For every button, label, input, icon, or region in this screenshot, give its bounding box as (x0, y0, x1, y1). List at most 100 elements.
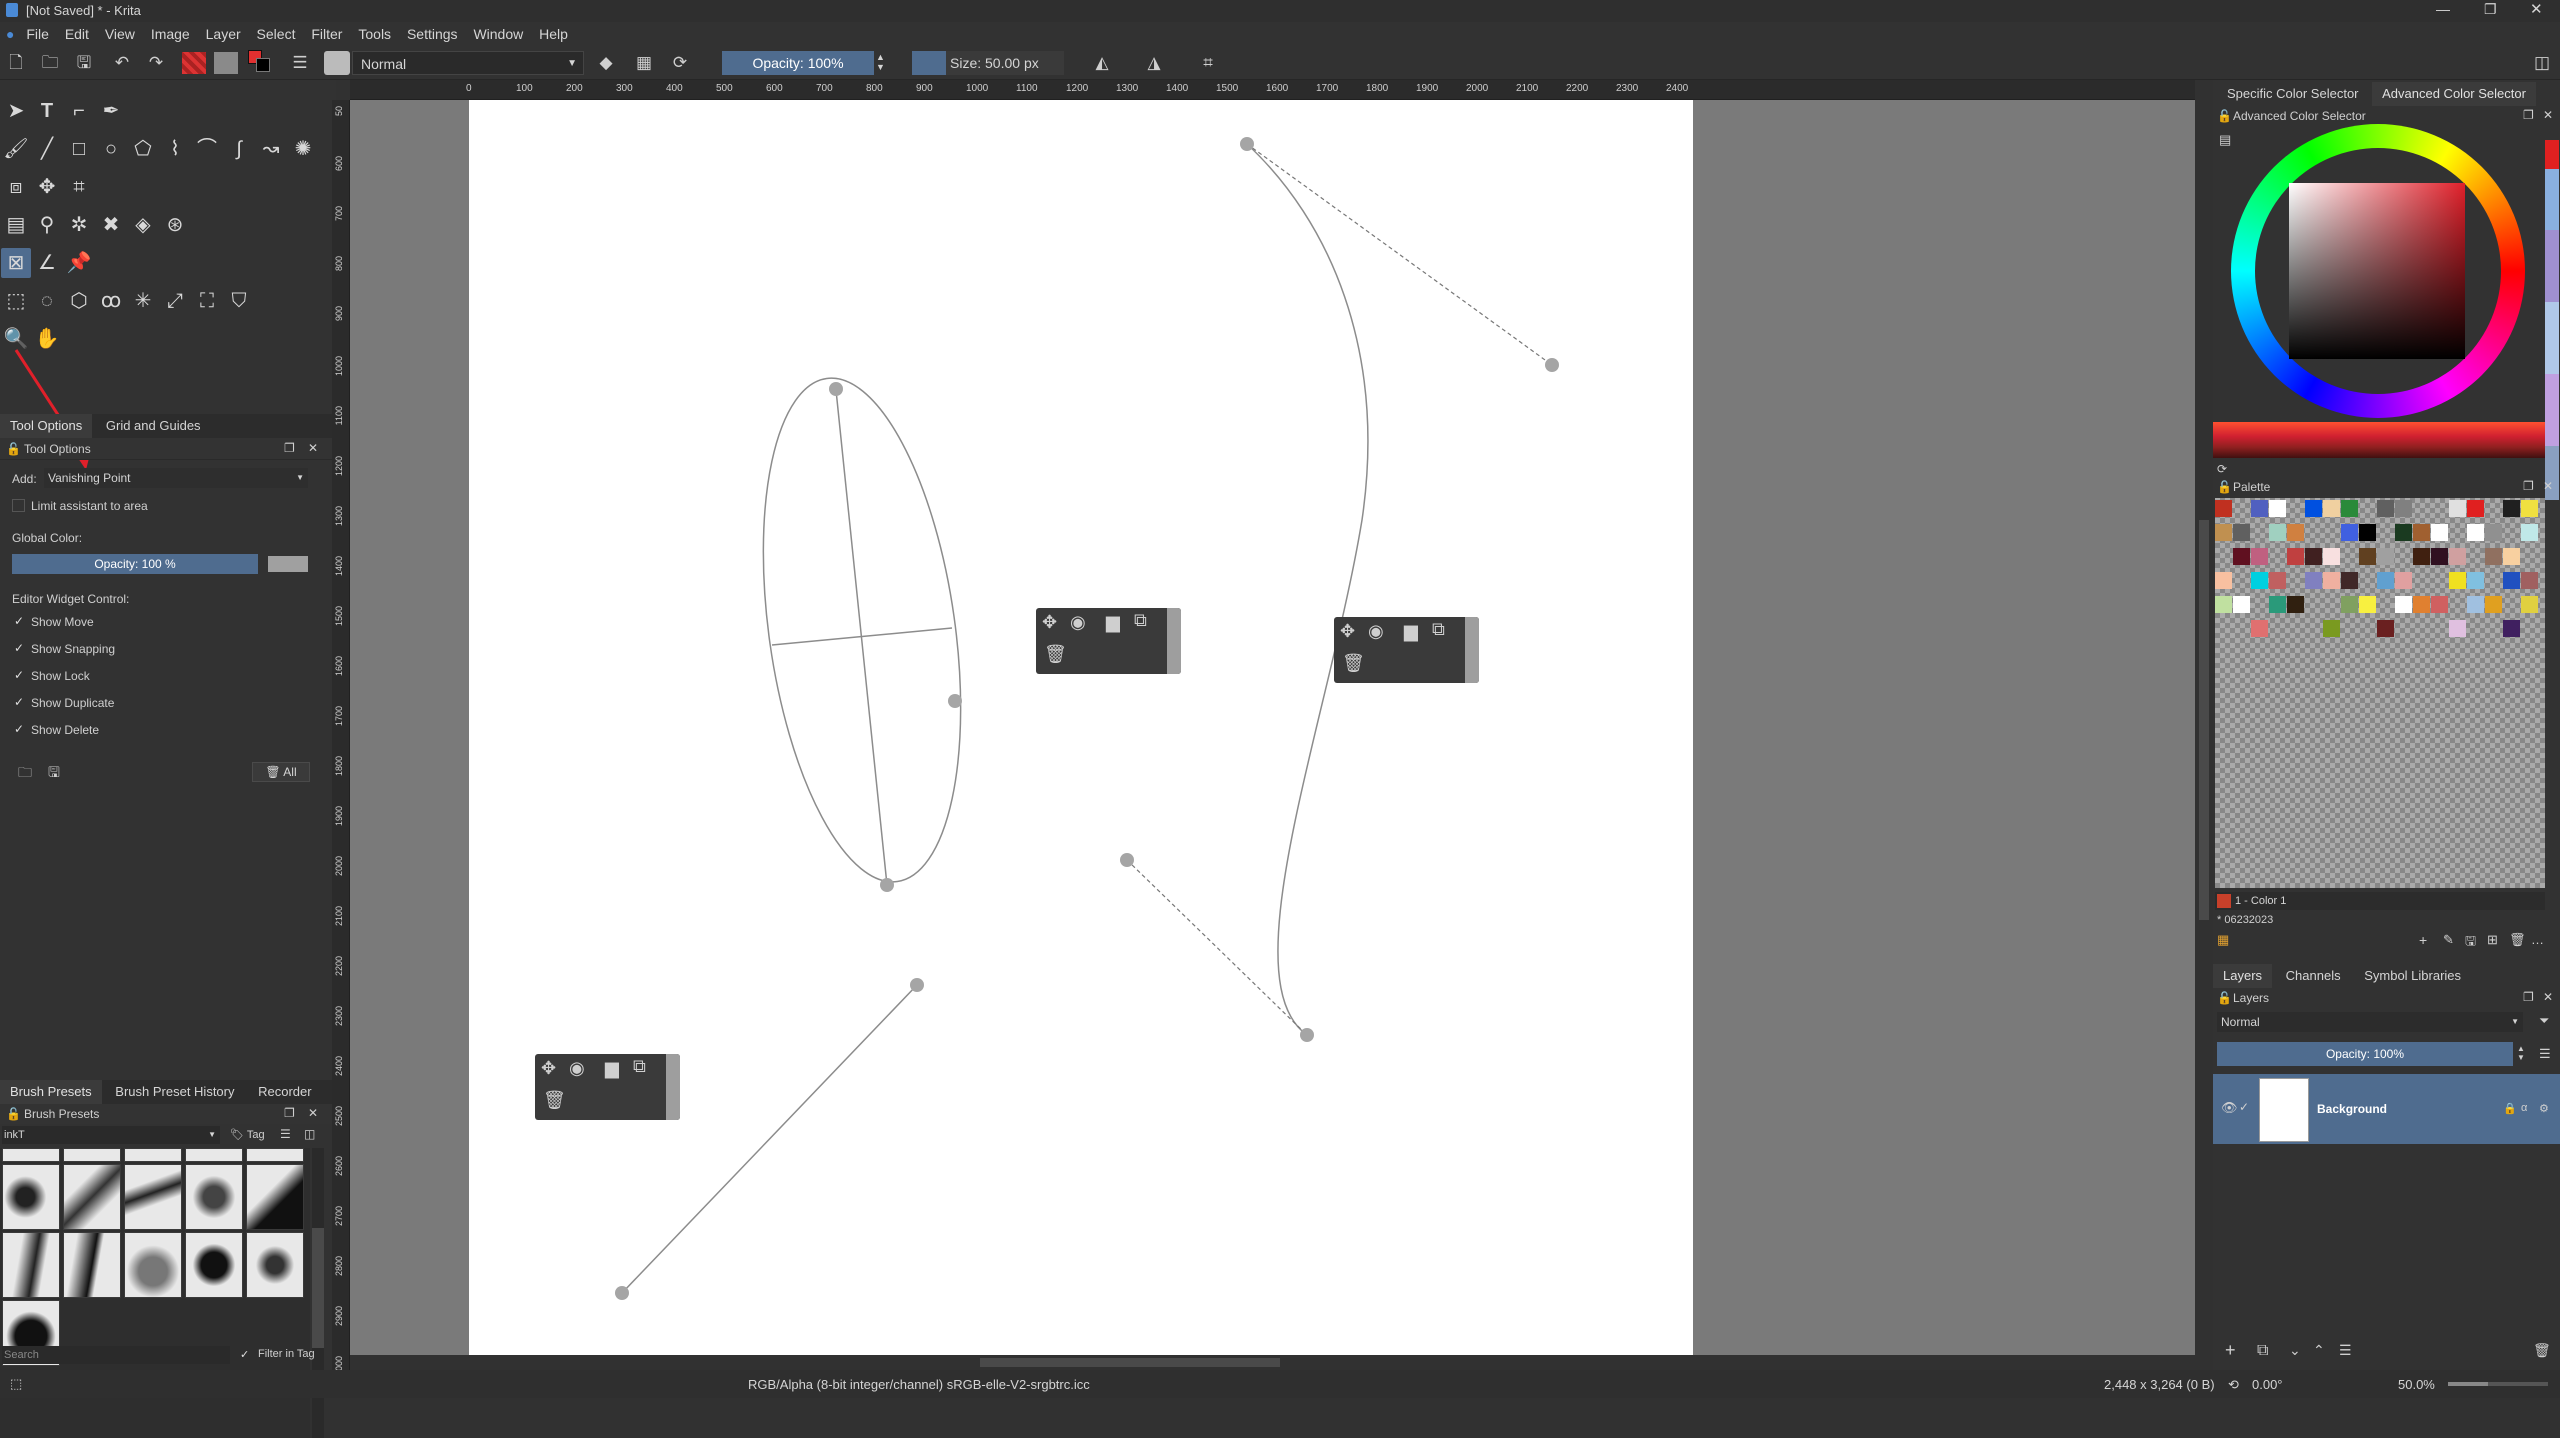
reload-preset-icon[interactable]: ⟳ (668, 52, 692, 74)
palette-swatch[interactable] (2269, 596, 2286, 613)
undo-icon[interactable]: ↶ (110, 52, 134, 74)
palette-swatch[interactable] (2233, 548, 2250, 565)
color-settings-icon[interactable]: ▤ (2219, 132, 2231, 148)
move-icon[interactable]: ✥ (1042, 612, 1057, 633)
palette-swatch[interactable] (2215, 572, 2232, 589)
show-duplicate-checkbox[interactable]: ✓ (14, 696, 27, 709)
brush-preset-thumb[interactable] (2, 1232, 60, 1298)
rotation-icon[interactable]: ⟲ (2228, 1377, 2239, 1393)
assistant-handle[interactable] (1240, 137, 1254, 151)
palette-swatch[interactable] (2251, 500, 2268, 517)
brush-preset-thumb[interactable] (185, 1148, 243, 1162)
close-dock-icon[interactable]: ✕ (308, 1106, 318, 1120)
brush-filter-select[interactable]: inkT ▼ (2, 1126, 220, 1144)
show-move-checkbox[interactable]: ✓ (14, 615, 27, 628)
rotation-value[interactable]: 0.00° (2252, 1377, 2283, 1392)
palette-swatch[interactable] (2467, 572, 2484, 589)
restore-icon[interactable]: ❐ (2484, 1, 2497, 18)
trash-icon[interactable]: 🗑 (543, 1090, 566, 1111)
minimize-icon[interactable]: — (2436, 1, 2450, 17)
brush-search-input[interactable]: Search (2, 1346, 230, 1364)
transform-tool-icon[interactable]: ⧈ (1, 172, 31, 202)
palette-swatch[interactable] (2467, 596, 2484, 613)
scroll-thumb[interactable] (312, 1228, 324, 1348)
palette-swatch[interactable] (2323, 620, 2340, 637)
palette-swatch[interactable] (2305, 548, 2322, 565)
palette-swatch[interactable] (2359, 548, 2376, 565)
load-assistants-icon[interactable]: 🗀 (18, 762, 32, 786)
menu-settings[interactable]: Settings (401, 22, 464, 42)
show-lock-checkbox[interactable]: ✓ (14, 669, 27, 682)
float-dock-icon[interactable]: ❐ (2523, 990, 2534, 1004)
opacity-slider[interactable]: Opacity: 100% (722, 51, 874, 75)
close-dock-icon[interactable]: ✕ (308, 441, 318, 455)
view-mode-icon[interactable]: ☰ (280, 1127, 291, 1141)
palette-grid-icon[interactable]: ⊞ (2487, 932, 2498, 948)
palette-swatch[interactable] (2359, 524, 2376, 541)
dock-lock-icon[interactable]: 🔓 (6, 1107, 21, 1121)
layer-lock-icon[interactable]: 🔒 (2503, 1102, 2517, 1115)
palette-swatch[interactable] (2359, 596, 2376, 613)
save-palette-icon[interactable]: 🖫 (2465, 932, 2476, 954)
assistant-handle[interactable] (910, 978, 924, 992)
float-dock-icon[interactable]: ❐ (2523, 108, 2534, 122)
gradient-swatch[interactable] (182, 52, 206, 74)
similar-color-selection-icon[interactable]: ⤢ (160, 286, 190, 316)
palette-swatch[interactable] (2521, 596, 2538, 613)
palette-swatch[interactable] (2467, 500, 2484, 517)
palette-grid[interactable] (2215, 498, 2545, 888)
brush-preset-thumb[interactable] (246, 1232, 304, 1298)
snapping-eye-icon[interactable]: ◉ (1070, 612, 1086, 633)
menu-view[interactable]: View (99, 22, 141, 42)
calligraphy-tool-icon[interactable]: ✒ (96, 96, 126, 126)
palette-swatch[interactable] (2323, 572, 2340, 589)
color-shade-strips[interactable] (2213, 422, 2545, 458)
mirror-vertical-icon[interactable]: ◮ (1142, 52, 1166, 74)
palette-swatch[interactable] (2323, 548, 2340, 565)
polygon-tool-icon[interactable]: ⬠ (128, 134, 158, 164)
polyline-tool-icon[interactable]: ⌇ (160, 134, 190, 164)
layer-blend-mode-select[interactable]: Normal ▼ (2217, 1012, 2523, 1032)
blend-mode-select[interactable]: Normal ▼ (352, 51, 584, 75)
tab-tool-options[interactable]: Tool Options (0, 414, 93, 438)
assistant-type-select[interactable]: Vanishing Point ▼ (44, 468, 308, 488)
palette-swatch[interactable] (2413, 548, 2430, 565)
zoom-value[interactable]: 50.0% (2398, 1377, 2435, 1392)
snapping-eye-icon[interactable]: ◉ (569, 1058, 585, 1079)
assistant-handle[interactable] (948, 694, 962, 708)
delete-layer-icon[interactable]: 🗑 (2533, 1342, 2551, 1359)
layer-opacity-slider[interactable]: Opacity: 100% (2217, 1042, 2513, 1066)
assistant-handle[interactable] (1545, 358, 1559, 372)
palette-swatch[interactable] (2341, 596, 2358, 613)
tab-advanced-color-selector[interactable]: Advanced Color Selector (2372, 82, 2536, 106)
widget-drag-handle[interactable] (1465, 617, 1479, 683)
bezier-tool-icon[interactable]: ⌒ (192, 134, 222, 164)
delete-all-assistants-button[interactable]: 🗑 All (252, 762, 310, 782)
dock-lock-icon[interactable]: 🔓 (2217, 109, 2232, 123)
palette-swatch[interactable] (2287, 548, 2304, 565)
inherit-alpha-icon[interactable]: ⚙ (2539, 1102, 2549, 1115)
palette-swatch[interactable] (2431, 596, 2448, 613)
palette-swatch[interactable] (2377, 620, 2394, 637)
duplicate-icon[interactable]: ⧉ (1432, 619, 1445, 640)
enclose-fill-tool-icon[interactable]: ⊛ (160, 210, 190, 240)
color-history-strip[interactable] (2545, 140, 2559, 500)
layer-properties-icon[interactable]: ☰ (2339, 1342, 2352, 1359)
brush-preset-thumb[interactable] (124, 1232, 182, 1298)
tag-button[interactable]: 🏷 Tag (230, 1128, 265, 1141)
palette-swatch[interactable] (2287, 596, 2304, 613)
palette-swatch[interactable] (2341, 572, 2358, 589)
move-layer-up-icon[interactable]: ⌃ (2313, 1342, 2325, 1359)
palette-swatch[interactable] (2341, 500, 2358, 517)
filter-icon[interactable]: ⏷ (2539, 1013, 2549, 1029)
menu-edit[interactable]: Edit (59, 22, 95, 42)
tab-grid-and-guides[interactable]: Grid and Guides (96, 414, 211, 438)
lock-icon[interactable]: ▆ (1106, 612, 1120, 633)
add-swatch-icon[interactable]: + (2419, 932, 2427, 948)
close-dock-icon[interactable]: ✕ (2543, 990, 2553, 1004)
palette-swatch[interactable] (2467, 524, 2484, 541)
assistant-handle[interactable] (880, 878, 894, 892)
saturation-value-square[interactable] (2289, 183, 2465, 359)
brush-preset-thumb[interactable] (246, 1164, 304, 1230)
palette-swatch[interactable] (2413, 596, 2430, 613)
